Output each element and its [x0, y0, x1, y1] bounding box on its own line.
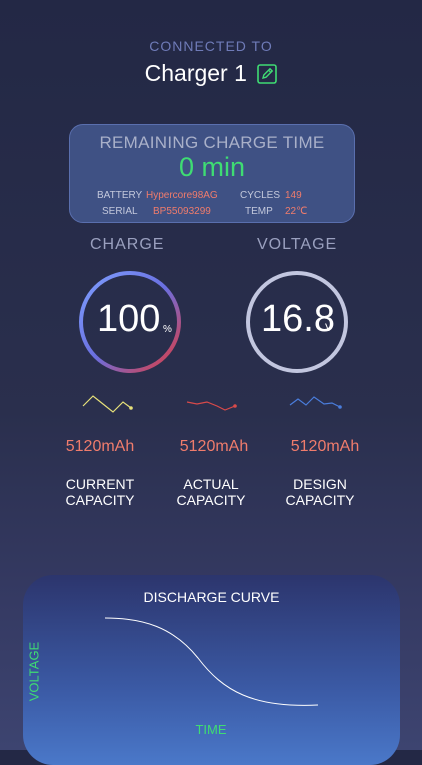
discharge-x-axis-label: TIME	[195, 722, 227, 737]
actual-capacity-sparkline	[186, 401, 237, 411]
design-capacity-label-line1: DESIGN	[293, 476, 347, 492]
temp-label: TEMP	[245, 206, 273, 217]
remaining-charge-time: 0 min	[178, 152, 246, 182]
charger-name: Charger 1	[144, 60, 247, 86]
discharge-curve-line	[104, 617, 319, 706]
voltage-value: 16.8	[261, 298, 335, 340]
discharge-y-axis-label: VOLTAGE	[26, 641, 42, 702]
discharge-curve-title: DISCHARGE CURVE	[143, 589, 280, 605]
current-capacity-label-line2: CAPACITY	[65, 492, 135, 508]
charger-title-row: Charger 1	[0, 60, 422, 87]
connected-to-label: CONNECTED TO	[149, 38, 273, 54]
temp-value: 22℃	[285, 206, 308, 217]
actual-capacity-value: 5120mAh	[179, 438, 249, 455]
remaining-charge-title: REMAINING CHARGE TIME	[99, 133, 325, 152]
charge-gauge-label: CHARGE	[90, 236, 165, 253]
battery-label: BATTERY	[97, 190, 143, 201]
voltage-gauge-label: VOLTAGE	[257, 236, 338, 253]
voltage-unit: V	[325, 322, 333, 334]
charge-value: 100	[97, 298, 161, 340]
design-capacity-sparkline	[289, 396, 342, 409]
design-capacity-value: 5120mAh	[290, 438, 360, 455]
actual-capacity-label-line2: CAPACITY	[176, 492, 246, 508]
design-capacity-label-line2: CAPACITY	[285, 492, 355, 508]
serial-label: SERIAL	[102, 206, 138, 217]
pencil-edit-icon[interactable]	[257, 63, 278, 84]
current-capacity-label-line1: CURRENT	[65, 476, 135, 492]
current-capacity-value: 5120mAh	[65, 438, 135, 455]
actual-capacity-label-line1: ACTUAL	[183, 476, 239, 492]
battery-value: Hypercore98AG	[146, 190, 218, 201]
current-capacity-label: CURRENT CAPACITY	[45, 476, 155, 508]
cycles-label: CYCLES	[240, 190, 281, 201]
charge-unit: %	[163, 324, 172, 335]
remaining-charge-card: REMAINING CHARGE TIME 0 min BATTERY Hype…	[69, 124, 355, 223]
design-capacity-label: DESIGN CAPACITY	[265, 476, 375, 508]
cycles-value: 149	[285, 190, 302, 201]
actual-capacity-label: ACTUAL CAPACITY	[156, 476, 266, 508]
current-capacity-sparkline	[82, 395, 133, 413]
serial-value: BP55093299	[153, 206, 211, 217]
